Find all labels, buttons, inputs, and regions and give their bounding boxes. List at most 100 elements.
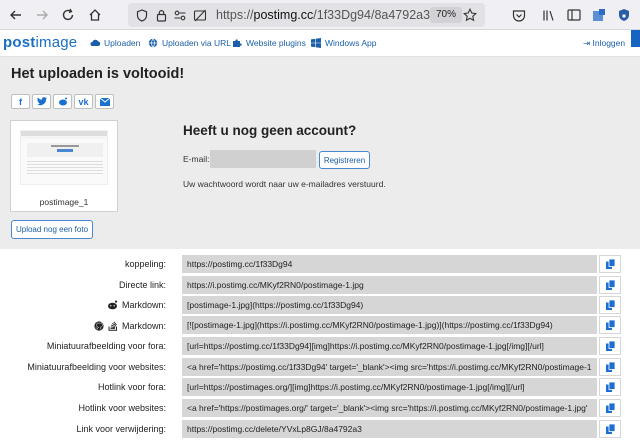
nav-upload-url-label: Uploaden via URL: [162, 38, 231, 48]
copy-icon: [605, 403, 615, 413]
sidebar-icon[interactable]: [565, 6, 583, 24]
copy-icon: [605, 280, 615, 290]
copy-icon: [605, 362, 615, 372]
link-code-field[interactable]: <a href='https://postimg.cc/1f33Dg94' ta…: [182, 358, 597, 376]
stackoverflow-icon: [108, 321, 117, 331]
link-label-text: Markdown:: [121, 300, 166, 310]
link-code-field[interactable]: [url=https://postimages.org/][img]https:…: [182, 378, 597, 396]
copy-button[interactable]: [599, 337, 621, 355]
puzzle-icon: [233, 39, 242, 47]
upload-done-title: Het uploaden is voltooid!: [11, 66, 185, 82]
copy-button[interactable]: [599, 296, 621, 314]
login-label: Inloggen: [592, 38, 626, 48]
link-label-text: Hotlink voor fora:: [97, 382, 166, 392]
zoom-level[interactable]: 70%: [430, 7, 463, 23]
copy-button[interactable]: [599, 276, 621, 294]
forward-icon[interactable]: [32, 5, 52, 25]
permissions-icon[interactable]: [172, 7, 188, 23]
link-row: Directe link: https://i.postimg.cc/MKyf2…: [0, 276, 640, 296]
link-code-field[interactable]: [![postimage-1.jpg](https://i.postimg.cc…: [182, 316, 597, 334]
bookmark-star-icon[interactable]: [462, 7, 478, 23]
link-row: Miniatuurafbeelding voor fora: [url=http…: [0, 337, 640, 357]
link-label: Hotlink voor websites:: [78, 403, 166, 413]
windows-icon: [311, 38, 321, 48]
link-label: Link voor verwijdering:: [76, 424, 166, 434]
screenshot-preview: [21, 131, 107, 174]
register-button[interactable]: Registreren: [319, 151, 370, 169]
nav-website-plugins[interactable]: Website plugins: [232, 38, 306, 48]
link-label: Markdown:: [107, 300, 166, 310]
copy-icon: [605, 300, 615, 310]
twitter-share-button[interactable]: [32, 94, 51, 109]
address-bar[interactable]: https://postimg.cc/1f33Dg94/8a4792a3 70%: [128, 3, 485, 27]
copy-button[interactable]: [599, 399, 621, 417]
library-icon[interactable]: [540, 6, 558, 24]
twitter-icon: [36, 97, 47, 106]
envelope-icon: [99, 97, 110, 106]
link-label: Directe link:: [119, 280, 166, 290]
link-code-field[interactable]: https://postimg.cc/delete/YVxLp8GJ/8a479…: [182, 420, 597, 438]
thumbnail-card[interactable]: postimage_1: [10, 120, 118, 212]
thumbnail-image[interactable]: [20, 130, 108, 185]
shield-icon[interactable]: [134, 7, 150, 23]
logo-part-post: post: [3, 34, 36, 51]
email-field[interactable]: [210, 150, 316, 168]
copy-button[interactable]: [599, 420, 621, 438]
facebook-icon: f: [19, 96, 22, 107]
pocket-icon[interactable]: [510, 6, 528, 24]
link-code-field[interactable]: https://i.postimg.cc/MKyf2RN0/postimage-…: [182, 276, 597, 294]
url-domain: postimg.cc: [253, 8, 314, 22]
link-label-text: Miniatuurafbeelding voor websites:: [27, 362, 166, 372]
link-code-field[interactable]: https://postimg.cc/1f33Dg94: [182, 255, 597, 273]
copy-icon: [605, 341, 615, 351]
logo-part-image: image: [35, 34, 78, 51]
reload-icon[interactable]: [58, 5, 78, 25]
link-label: Miniatuurafbeelding voor websites:: [27, 362, 166, 372]
facebook-share-button[interactable]: f: [11, 94, 30, 109]
browser-toolbar: https://postimg.cc/1f33Dg94/8a4792a3 70%: [0, 0, 640, 30]
url-path: /1f33Dg94/8a4792a3: [313, 8, 431, 22]
copy-icon: [605, 382, 615, 392]
copy-button[interactable]: [599, 358, 621, 376]
link-code-field[interactable]: [postimage-1.jpg](https://postimg.cc/1f3…: [182, 296, 597, 314]
link-label-text: koppeling:: [124, 259, 166, 269]
no-tracking-icon[interactable]: [192, 7, 208, 23]
link-code-field[interactable]: [url=https://postimg.cc/1f33Dg94][img]ht…: [182, 337, 597, 355]
shield-extension-icon[interactable]: [615, 6, 633, 24]
nav-upload[interactable]: Uploaden: [90, 38, 140, 48]
upload-another-button[interactable]: Upload nog een foto: [11, 220, 93, 239]
password-note: Uw wachtwoord wordt naar uw e-mailadres …: [183, 179, 386, 189]
link-label-text: Markdown:: [121, 320, 166, 331]
site-header: postimage Uploaden Uploaden via URL Webs…: [0, 30, 640, 57]
upload-result-panel: Het uploaden is voltooid! f vk postimage: [0, 57, 640, 249]
edge-scroll-marker: [631, 30, 640, 47]
vk-share-button[interactable]: vk: [74, 94, 93, 109]
back-icon[interactable]: [6, 5, 26, 25]
link-label: Miniatuurafbeelding voor fora:: [47, 341, 166, 351]
email-share-button[interactable]: [95, 94, 114, 109]
vk-icon: vk: [78, 96, 89, 107]
postimage-logo[interactable]: postimage: [3, 34, 77, 51]
account-title: Heeft u nog geen account?: [183, 123, 357, 138]
link-row: Hotlink voor websites: <a href='https://…: [0, 399, 640, 419]
link-label-text: Link voor verwijdering:: [76, 424, 166, 434]
copy-icon: [605, 320, 615, 330]
url-prefix: https://: [216, 8, 254, 22]
copy-icon: [605, 424, 615, 434]
copy-button[interactable]: [599, 316, 621, 334]
reddit-share-button[interactable]: [53, 94, 72, 109]
link-label-text: Miniatuurafbeelding voor fora:: [46, 341, 166, 351]
link-code-field[interactable]: <a href='https://postimages.org/' target…: [182, 399, 597, 417]
copy-button[interactable]: [599, 255, 621, 273]
cloud-upload-icon: [90, 39, 100, 47]
reddit-icon: [58, 97, 67, 106]
nav-windows-app[interactable]: Windows App: [311, 38, 377, 48]
copy-button[interactable]: [599, 378, 621, 396]
home-icon[interactable]: [85, 5, 105, 25]
lock-icon[interactable]: [153, 7, 169, 23]
login-link[interactable]: ⇥ Inloggen: [583, 38, 625, 49]
link-label-text: Hotlink voor websites:: [78, 403, 166, 413]
nav-upload-url[interactable]: Uploaden via URL: [148, 38, 231, 48]
url-text[interactable]: https://postimg.cc/1f33Dg94/8a4792a3: [216, 8, 430, 22]
extension-icon[interactable]: [590, 6, 608, 24]
